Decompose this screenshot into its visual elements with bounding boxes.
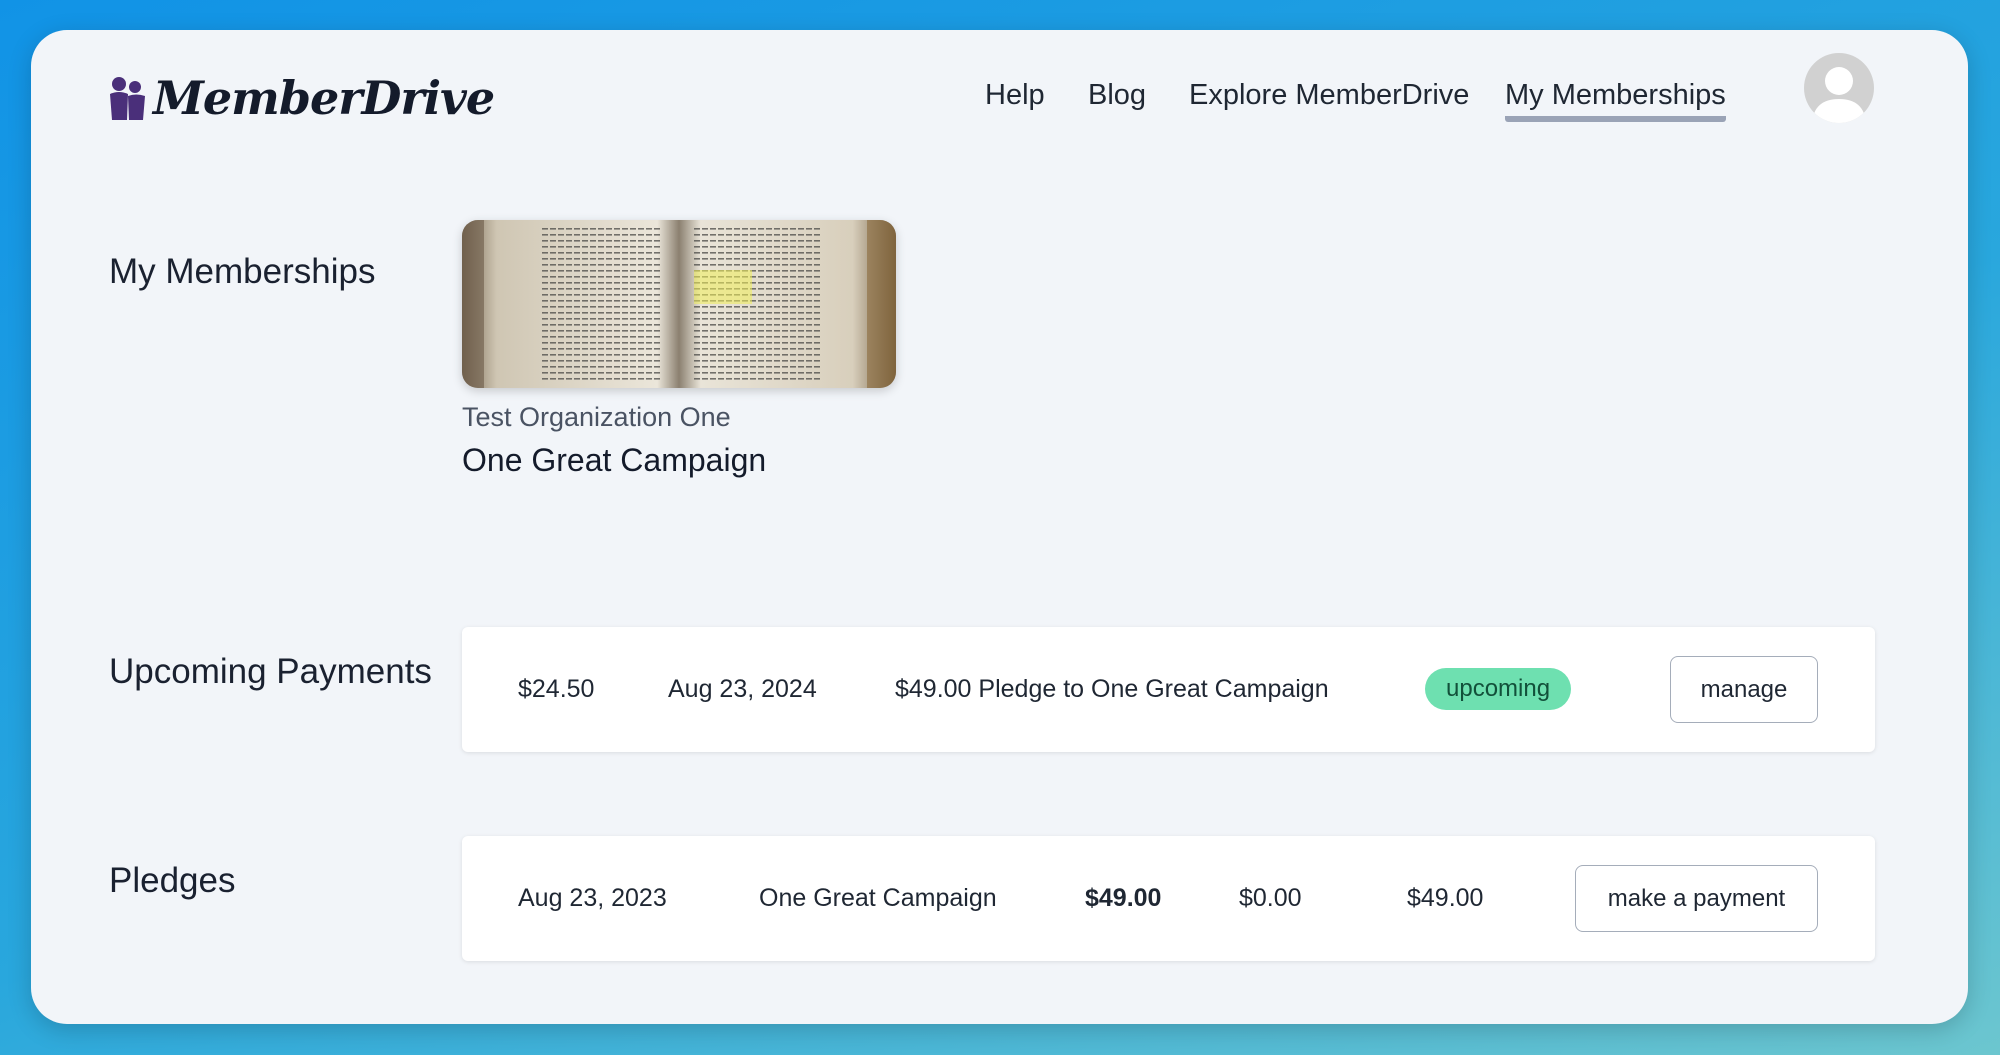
app-window: MemberDrive Help Blog Explore MemberDriv… [31,30,1968,1024]
user-avatar[interactable] [1804,53,1874,123]
nav-my-memberships-link[interactable]: My Memberships [1505,74,1726,122]
pledge-row: Aug 23, 2023 One Great Campaign $49.00 $… [462,836,1875,961]
pledge-paid: $0.00 [1239,884,1302,912]
payment-date: Aug 23, 2024 [668,675,817,703]
my-memberships-heading: My Memberships [109,252,376,291]
membership-card-image[interactable] [462,220,896,388]
payment-description: $49.00 Pledge to One Great Campaign [895,675,1329,703]
pledges-heading: Pledges [109,861,236,900]
make-a-payment-button[interactable]: make a payment [1575,865,1818,932]
top-nav: Help Blog Explore MemberDrive My Members… [31,74,1968,124]
nav-help-link[interactable]: Help [985,74,1045,122]
user-silhouette-icon [1812,67,1866,123]
status-badge: upcoming [1425,668,1572,710]
upcoming-payments-heading: Upcoming Payments [109,652,432,691]
payment-amount: $24.50 [518,675,595,703]
manage-button[interactable]: manage [1670,656,1818,723]
membership-campaign-name[interactable]: One Great Campaign [462,442,766,479]
pledge-date: Aug 23, 2023 [518,884,667,912]
open-book-photo [462,220,896,388]
upcoming-payment-row: $24.50 Aug 23, 2024 $49.00 Pledge to One… [462,627,1875,752]
pledge-total: $49.00 [1085,884,1162,912]
pledge-remaining: $49.00 [1407,884,1484,912]
nav-explore-link[interactable]: Explore MemberDrive [1189,74,1469,122]
nav-blog-link[interactable]: Blog [1088,74,1146,122]
pledge-campaign: One Great Campaign [759,884,997,912]
membership-org-name: Test Organization One [462,402,731,432]
